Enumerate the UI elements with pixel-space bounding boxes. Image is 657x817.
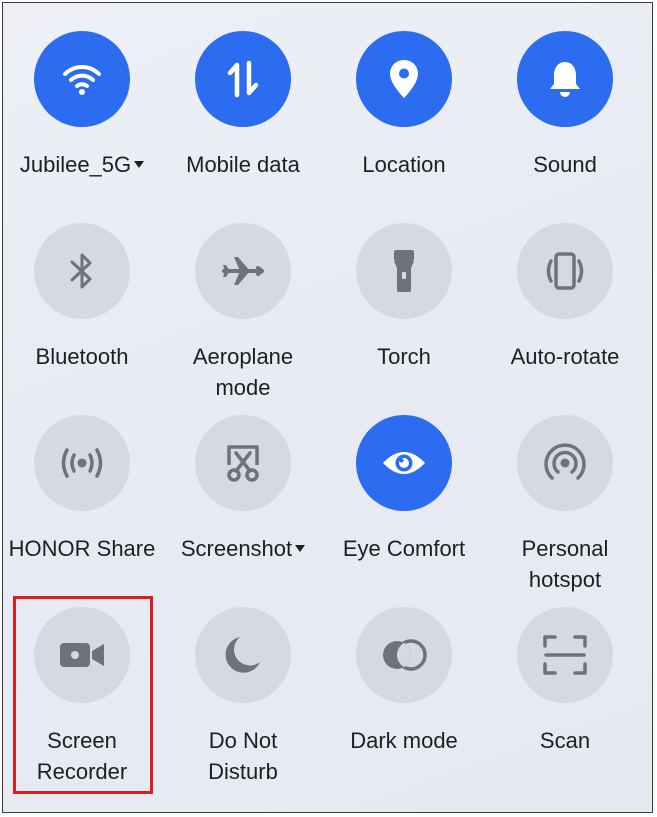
wifi-toggle[interactable] [34, 31, 130, 127]
tile-label: Screenshot [162, 533, 324, 564]
tile-wifi[interactable]: Jubilee_5G [3, 31, 163, 180]
tile-location[interactable]: Location [323, 31, 485, 180]
auto-rotate-icon [546, 252, 584, 290]
scan-frame-icon [543, 635, 587, 675]
tile-label: Personal hotspot [521, 536, 609, 592]
tile-label: Jubilee_5G [3, 149, 163, 180]
scan-toggle[interactable] [517, 607, 613, 703]
bluetooth-toggle[interactable] [34, 223, 130, 319]
tile-label: Dark mode [350, 728, 458, 753]
location-pin-icon [390, 60, 418, 98]
tile-personal-hotspot[interactable]: Personal hotspot [484, 415, 646, 595]
tile-label: Mobile data [186, 152, 300, 177]
do-not-disturb-toggle[interactable] [195, 607, 291, 703]
tile-sound[interactable]: Sound [484, 31, 646, 180]
tile-mobile-data[interactable]: Mobile data [162, 31, 324, 180]
tile-label: Eye Comfort [342, 536, 466, 561]
honor-share-toggle[interactable] [34, 415, 130, 511]
bluetooth-icon [70, 253, 92, 289]
tile-auto-rotate[interactable]: Auto-rotate [484, 223, 646, 372]
video-camera-icon [60, 643, 104, 667]
flashlight-icon [394, 250, 414, 292]
eye-comfort-toggle[interactable] [356, 415, 452, 511]
hotspot-icon [544, 443, 586, 480]
location-toggle[interactable] [356, 31, 452, 127]
tile-label: Sound [533, 152, 597, 177]
personal-hotspot-toggle[interactable] [517, 415, 613, 511]
tile-label: HONOR Share [8, 536, 156, 561]
auto-rotate-toggle[interactable] [517, 223, 613, 319]
mobile-data-icon [227, 60, 259, 98]
tile-honor-share[interactable]: HONOR Share [3, 415, 163, 564]
screen-recorder-toggle[interactable] [34, 607, 130, 703]
share-wave-icon [61, 448, 103, 478]
screenshot-scissors-icon [227, 445, 259, 482]
tile-scan[interactable]: Scan [484, 607, 646, 756]
tile-torch[interactable]: Torch [323, 223, 485, 372]
moon-icon [225, 637, 260, 673]
tile-do-not-disturb[interactable]: Do Not Disturb [162, 607, 324, 787]
tile-eye-comfort[interactable]: Eye Comfort [323, 415, 485, 564]
eye-icon [383, 452, 425, 474]
aeroplane-mode-toggle[interactable] [195, 223, 291, 319]
tile-label: Bluetooth [35, 344, 129, 369]
dropdown-caret-icon[interactable] [134, 160, 145, 168]
screenshot-toggle[interactable] [195, 415, 291, 511]
tile-screenshot[interactable]: Screenshot [162, 415, 324, 564]
dropdown-caret-icon[interactable] [295, 544, 306, 552]
tile-screen-recorder[interactable]: Screen Recorder [3, 607, 163, 787]
tile-label: Torch [377, 344, 431, 369]
wifi-icon [63, 64, 101, 95]
mobile-data-toggle[interactable] [195, 31, 291, 127]
quick-settings-panel: Jubilee_5G Mobile data Location Sound Bl… [2, 2, 653, 813]
tile-label: Screen Recorder [36, 728, 128, 784]
airplane-icon [222, 257, 264, 285]
tile-aeroplane-mode[interactable]: Aeroplane mode [162, 223, 324, 403]
tile-bluetooth[interactable]: Bluetooth [3, 223, 163, 372]
dark-mode-toggle[interactable] [356, 607, 452, 703]
torch-toggle[interactable] [356, 223, 452, 319]
tile-label: Location [362, 152, 446, 177]
bell-icon [550, 62, 580, 97]
sound-toggle[interactable] [517, 31, 613, 127]
tile-label: Aeroplane mode [192, 344, 294, 400]
tile-dark-mode[interactable]: Dark mode [323, 607, 485, 756]
dark-mode-icon [383, 639, 427, 671]
tile-label: Scan [539, 728, 591, 753]
tile-label: Auto-rotate [510, 344, 620, 369]
tile-label: Do Not Disturb [208, 728, 278, 784]
